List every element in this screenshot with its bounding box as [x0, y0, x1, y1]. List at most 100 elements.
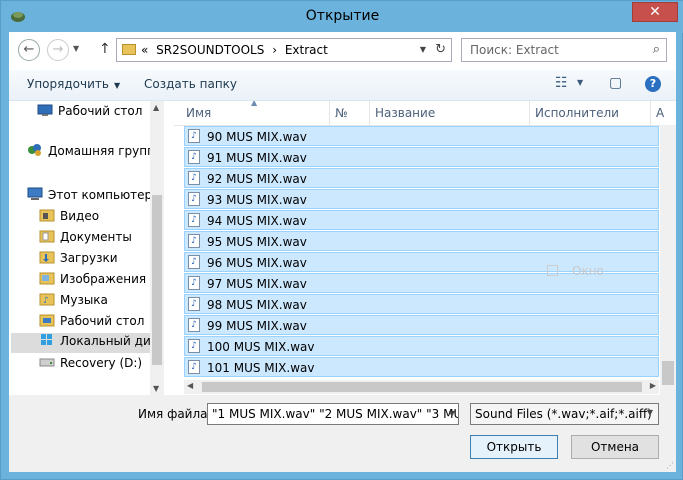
- videos-folder-icon: [39, 208, 55, 222]
- navigation-scrollbar[interactable]: ▲ ▼: [150, 101, 164, 395]
- nav-item-desktop-2[interactable]: Рабочий стол: [39, 313, 144, 333]
- file-row[interactable]: ♪ 93 MUS MIX.wav: [184, 189, 659, 209]
- chevron-down-icon: ▼: [646, 408, 653, 417]
- scroll-left-icon[interactable]: ◀: [187, 381, 193, 390]
- file-name: 92 MUS MIX.wav: [207, 172, 307, 186]
- scroll-right-icon[interactable]: ▶: [650, 381, 656, 390]
- column-divider[interactable]: [369, 101, 370, 125]
- desktop-icon: [37, 103, 53, 117]
- nav-item-this-pc[interactable]: Этот компьютер: [27, 187, 152, 207]
- organize-label: Упорядочить: [27, 77, 109, 91]
- new-folder-button[interactable]: Создать папку: [144, 77, 237, 91]
- cancel-button[interactable]: Отмена: [571, 435, 659, 459]
- arrow-left-icon: ←: [23, 42, 35, 57]
- view-options-icon[interactable]: ☷: [555, 75, 568, 91]
- nav-item-videos[interactable]: Видео: [39, 208, 99, 228]
- file-row[interactable]: ♪ 90 MUS MIX.wav: [184, 126, 659, 146]
- nav-item-downloads[interactable]: Загрузки: [39, 250, 118, 270]
- resize-grip-icon[interactable]: ⋰: [666, 461, 674, 470]
- file-name: 91 MUS MIX.wav: [207, 151, 307, 165]
- history-dropdown-icon[interactable]: ▼: [73, 44, 79, 53]
- column-name[interactable]: Имя: [186, 106, 211, 120]
- file-row[interactable]: ♪ 101 MUS MIX.wav: [184, 357, 659, 377]
- toolbar: Упорядочить ▼ Создать папку ☷ ▼ ▢ ?: [9, 70, 676, 101]
- address-row: ← → ▼ ↑ « SR2SOUNDTOOLS › Extract ▼ ↻ По…: [9, 32, 676, 70]
- scroll-up-icon[interactable]: ▲: [153, 103, 159, 112]
- nav-item-homegroup[interactable]: Домашняя группа: [27, 143, 162, 163]
- column-number[interactable]: №: [335, 106, 347, 120]
- scrollbar-thumb[interactable]: [662, 361, 674, 385]
- downloads-folder-icon: [39, 250, 55, 264]
- bottom-panel: Имя файла: "1 MUS MIX.wav" "2 MUS MIX.wa…: [9, 395, 676, 472]
- file-name: 99 MUS MIX.wav: [207, 319, 307, 333]
- file-type-select[interactable]: Sound Files (*.wav;*.aif;*.aiff) ▼: [470, 403, 659, 425]
- file-row[interactable]: ♪ 91 MUS MIX.wav: [184, 147, 659, 167]
- filename-field[interactable]: "1 MUS MIX.wav" "2 MUS MIX.wav" "3 MUS: [207, 403, 459, 425]
- file-name: 93 MUS MIX.wav: [207, 193, 307, 207]
- scrollbar-thumb[interactable]: [152, 195, 162, 365]
- file-row[interactable]: ♪ 95 MUS MIX.wav: [184, 231, 659, 251]
- breadcrumb-extract[interactable]: Extract: [285, 43, 328, 57]
- view-dropdown-icon[interactable]: ▼: [577, 78, 583, 87]
- breadcrumb: « SR2SOUNDTOOLS › Extract: [141, 43, 332, 57]
- window-title: Открытие: [305, 8, 380, 24]
- nav-item-pictures[interactable]: Изображения: [39, 271, 146, 291]
- open-dialog: Открытие ✕ ← → ▼ ↑ « SR2SOUNDTOOLS › Ext…: [0, 0, 683, 480]
- file-row[interactable]: ♪ 100 MUS MIX.wav: [184, 336, 659, 356]
- organize-button[interactable]: Упорядочить ▼: [27, 77, 120, 91]
- preview-pane-icon[interactable]: ▢: [609, 75, 622, 91]
- title-bar[interactable]: Открытие ✕: [1, 1, 683, 33]
- nav-item-music[interactable]: ♪ Музыка: [39, 292, 108, 312]
- file-row[interactable]: ♪ 94 MUS MIX.wav: [184, 210, 659, 230]
- audio-file-icon: ♪: [188, 318, 200, 332]
- audio-file-icon: ♪: [188, 360, 200, 374]
- audio-file-icon: ♪: [188, 129, 200, 143]
- nav-item-documents[interactable]: Документы: [39, 229, 132, 249]
- column-extra[interactable]: А: [656, 106, 664, 120]
- audio-file-icon: ♪: [188, 339, 200, 353]
- column-title[interactable]: Название: [375, 106, 435, 120]
- audio-file-icon: ♪: [188, 150, 200, 164]
- up-arrow-icon[interactable]: ↑: [99, 41, 111, 57]
- column-divider[interactable]: [650, 101, 651, 125]
- forward-button[interactable]: →: [47, 39, 69, 61]
- file-list-scrollbar[interactable]: [660, 125, 676, 395]
- audio-file-icon: ♪: [188, 213, 200, 227]
- column-divider[interactable]: [529, 101, 530, 125]
- search-icon: ⌕: [652, 42, 660, 57]
- file-row[interactable]: ♪ 92 MUS MIX.wav: [184, 168, 659, 188]
- nav-item-label: Локальный диск: [60, 334, 164, 348]
- chevron-down-icon[interactable]: ▼: [445, 403, 459, 425]
- file-row[interactable]: ♪ 99 MUS MIX.wav: [184, 315, 659, 335]
- help-icon[interactable]: ?: [645, 76, 661, 92]
- scroll-down-icon[interactable]: ▼: [153, 384, 159, 393]
- horizontal-scrollbar[interactable]: ◀ ▶: [184, 380, 659, 394]
- audio-file-icon: ♪: [188, 234, 200, 248]
- close-button[interactable]: ✕: [632, 2, 678, 22]
- file-name: 90 MUS MIX.wav: [207, 130, 307, 144]
- chevron-down-icon[interactable]: ▼: [420, 45, 426, 54]
- nav-item-desktop[interactable]: Рабочий стол: [37, 103, 142, 123]
- column-header: ▲ Имя № Название Исполнители А: [174, 101, 676, 126]
- breadcrumb-sr2soundtools[interactable]: SR2SOUNDTOOLS: [156, 43, 264, 57]
- nav-item-label: Рабочий стол: [58, 104, 143, 118]
- nav-item-recovery[interactable]: Recovery (D:): [39, 355, 142, 375]
- file-name: 97 MUS MIX.wav: [207, 277, 307, 291]
- windows-drive-icon: [39, 333, 55, 347]
- nav-item-local-disk[interactable]: Локальный диск: [11, 333, 164, 353]
- search-input[interactable]: Поиск: Extract ⌕: [461, 38, 667, 62]
- refresh-icon[interactable]: ↻: [435, 42, 446, 57]
- column-divider[interactable]: [329, 101, 330, 125]
- scrollbar-thumb[interactable]: [202, 382, 642, 392]
- window-icon: [547, 265, 558, 276]
- column-artists[interactable]: Исполнители: [535, 106, 619, 120]
- folder-icon: [122, 44, 136, 55]
- open-button[interactable]: Открыть: [470, 435, 558, 459]
- breadcrumb-separator[interactable]: ›: [272, 43, 277, 57]
- documents-folder-icon: [39, 229, 55, 243]
- drive-icon: [39, 355, 55, 369]
- breadcrumb-overflow[interactable]: «: [141, 43, 148, 57]
- address-bar[interactable]: « SR2SOUNDTOOLS › Extract ▼ ↻: [116, 38, 452, 62]
- back-button[interactable]: ←: [18, 39, 40, 61]
- file-row[interactable]: ♪ 98 MUS MIX.wav: [184, 294, 659, 314]
